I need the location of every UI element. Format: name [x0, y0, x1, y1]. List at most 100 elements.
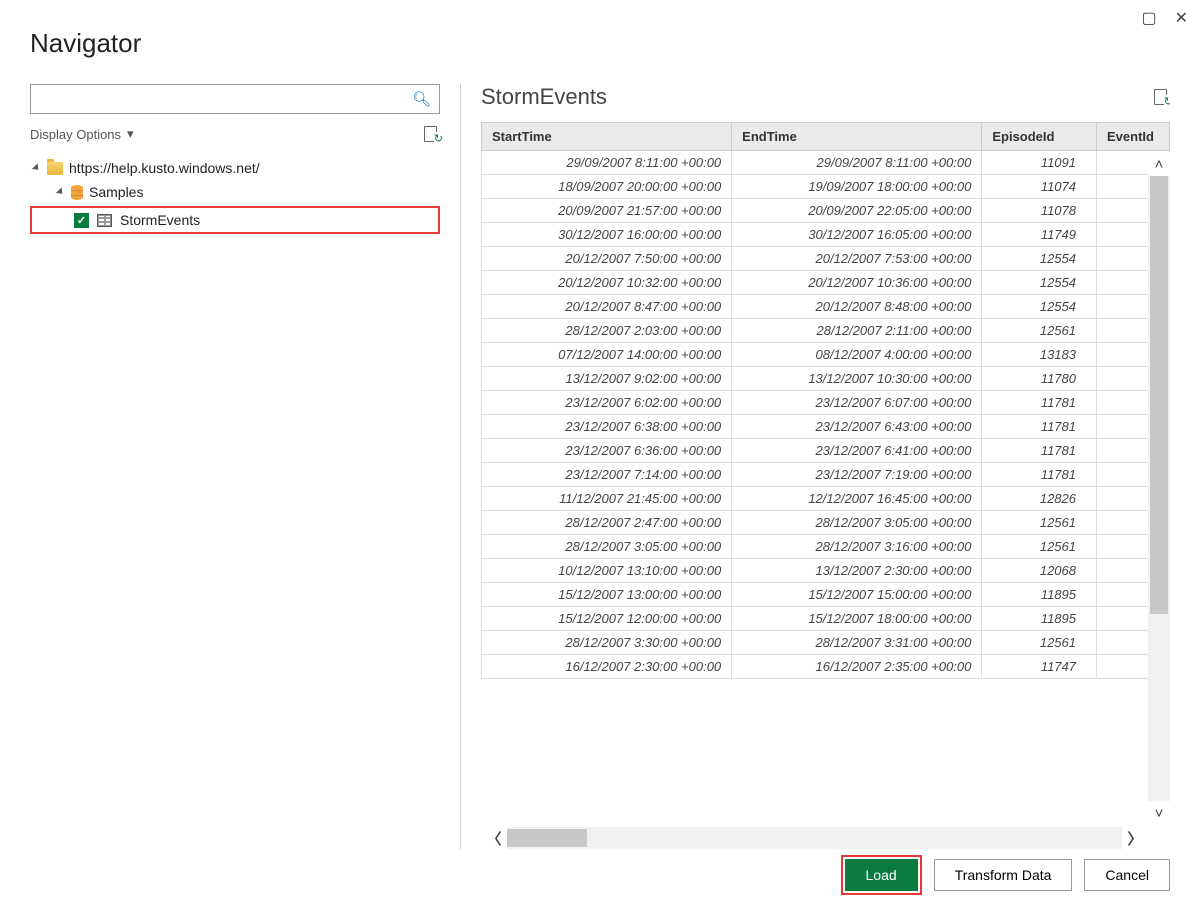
cell-endtime: 23/12/2007 6:07:00 +00:00: [732, 391, 982, 415]
transform-data-button[interactable]: Transform Data: [934, 859, 1073, 891]
cell-episodeid: 11781: [982, 463, 1097, 487]
cell-endtime: 23/12/2007 6:43:00 +00:00: [732, 415, 982, 439]
cell-episodeid: 11780: [982, 367, 1097, 391]
table-row[interactable]: 30/12/2007 16:00:00 +00:0030/12/2007 16:…: [482, 223, 1170, 247]
cell-episodeid: 11078: [982, 199, 1097, 223]
load-button-highlight: Load: [841, 855, 922, 895]
scroll-down-icon[interactable]: ˅: [1148, 801, 1170, 825]
cell-starttime: 11/12/2007 21:45:00 +00:00: [482, 487, 732, 511]
table-row[interactable]: 18/09/2007 20:00:00 +00:0019/09/2007 18:…: [482, 175, 1170, 199]
cell-endtime: 28/12/2007 3:16:00 +00:00: [732, 535, 982, 559]
scroll-left-icon[interactable]: 〈: [481, 827, 507, 849]
table-row[interactable]: 16/12/2007 2:30:00 +00:0016/12/2007 2:35…: [482, 655, 1170, 679]
expander-icon[interactable]: [56, 187, 65, 196]
tree-table-stormevents[interactable]: ✓ StormEvents: [30, 206, 440, 234]
scroll-track[interactable]: [1148, 176, 1170, 801]
cell-starttime: 23/12/2007 6:02:00 +00:00: [482, 391, 732, 415]
table-row[interactable]: 23/12/2007 6:38:00 +00:0023/12/2007 6:43…: [482, 415, 1170, 439]
scroll-thumb[interactable]: [507, 829, 587, 847]
cell-endtime: 20/09/2007 22:05:00 +00:00: [732, 199, 982, 223]
table-row[interactable]: 28/12/2007 3:05:00 +00:0028/12/2007 3:16…: [482, 535, 1170, 559]
preview-refresh-icon[interactable]: [1154, 89, 1170, 105]
vertical-scrollbar[interactable]: ˄ ˅: [1148, 152, 1170, 825]
cell-starttime: 23/12/2007 6:36:00 +00:00: [482, 439, 732, 463]
col-eventid[interactable]: EventId: [1097, 123, 1170, 151]
cell-starttime: 23/12/2007 6:38:00 +00:00: [482, 415, 732, 439]
cell-episodeid: 11074: [982, 175, 1097, 199]
cell-endtime: 15/12/2007 18:00:00 +00:00: [732, 607, 982, 631]
cell-endtime: 15/12/2007 15:00:00 +00:00: [732, 583, 982, 607]
table-row[interactable]: 20/12/2007 10:32:00 +00:0020/12/2007 10:…: [482, 271, 1170, 295]
cell-episodeid: 11781: [982, 391, 1097, 415]
cell-episodeid: 12561: [982, 631, 1097, 655]
cell-starttime: 28/12/2007 3:30:00 +00:00: [482, 631, 732, 655]
table-row[interactable]: 20/12/2007 8:47:00 +00:0020/12/2007 8:48…: [482, 295, 1170, 319]
scroll-right-icon[interactable]: 〉: [1122, 827, 1148, 849]
scroll-thumb[interactable]: [1150, 176, 1168, 614]
cell-starttime: 28/12/2007 3:05:00 +00:00: [482, 535, 732, 559]
table-row[interactable]: 15/12/2007 12:00:00 +00:0015/12/2007 18:…: [482, 607, 1170, 631]
table-icon: [97, 214, 112, 227]
cell-endtime: 16/12/2007 2:35:00 +00:00: [732, 655, 982, 679]
checkbox-checked-icon[interactable]: ✓: [74, 213, 89, 228]
cell-episodeid: 11781: [982, 415, 1097, 439]
search-input[interactable]: [39, 91, 412, 108]
navigator-tree: https://help.kusto.windows.net/ Samples …: [30, 156, 440, 234]
cell-episodeid: 12561: [982, 535, 1097, 559]
table-row[interactable]: 29/09/2007 8:11:00 +00:0029/09/2007 8:11…: [482, 151, 1170, 175]
tree-root[interactable]: https://help.kusto.windows.net/: [30, 156, 440, 180]
table-row[interactable]: 15/12/2007 13:00:00 +00:0015/12/2007 15:…: [482, 583, 1170, 607]
display-options-label: Display Options: [30, 127, 121, 142]
col-episodeid[interactable]: EpisodeId: [982, 123, 1097, 151]
cell-episodeid: 11747: [982, 655, 1097, 679]
table-row[interactable]: 23/12/2007 6:36:00 +00:0023/12/2007 6:41…: [482, 439, 1170, 463]
cell-episodeid: 12068: [982, 559, 1097, 583]
cell-starttime: 10/12/2007 13:10:00 +00:00: [482, 559, 732, 583]
col-starttime[interactable]: StartTime: [482, 123, 732, 151]
cell-episodeid: 12826: [982, 487, 1097, 511]
scroll-track[interactable]: [507, 827, 1122, 849]
cell-episodeid: 12554: [982, 271, 1097, 295]
cell-starttime: 15/12/2007 13:00:00 +00:00: [482, 583, 732, 607]
table-row[interactable]: 11/12/2007 21:45:00 +00:0012/12/2007 16:…: [482, 487, 1170, 511]
table-row[interactable]: 28/12/2007 2:47:00 +00:0028/12/2007 3:05…: [482, 511, 1170, 535]
tree-table-label: StormEvents: [120, 212, 200, 228]
cell-starttime: 20/12/2007 7:50:00 +00:00: [482, 247, 732, 271]
cell-endtime: 20/12/2007 7:53:00 +00:00: [732, 247, 982, 271]
table-row[interactable]: 10/12/2007 13:10:00 +00:0013/12/2007 2:3…: [482, 559, 1170, 583]
load-button[interactable]: Load: [845, 859, 918, 891]
table-row[interactable]: 23/12/2007 6:02:00 +00:0023/12/2007 6:07…: [482, 391, 1170, 415]
cell-endtime: 12/12/2007 16:45:00 +00:00: [732, 487, 982, 511]
cell-starttime: 28/12/2007 2:47:00 +00:00: [482, 511, 732, 535]
col-endtime[interactable]: EndTime: [732, 123, 982, 151]
table-row[interactable]: 20/12/2007 7:50:00 +00:0020/12/2007 7:53…: [482, 247, 1170, 271]
dialog-title: Navigator: [0, 0, 1200, 59]
cancel-button[interactable]: Cancel: [1084, 859, 1170, 891]
window-maximize-icon[interactable]: ▢: [1141, 8, 1156, 28]
table-row[interactable]: 20/09/2007 21:57:00 +00:0020/09/2007 22:…: [482, 199, 1170, 223]
cell-endtime: 29/09/2007 8:11:00 +00:00: [732, 151, 982, 175]
search-icon[interactable]: 🔍︎: [412, 90, 431, 108]
table-row[interactable]: 28/12/2007 2:03:00 +00:0028/12/2007 2:11…: [482, 319, 1170, 343]
table-row[interactable]: 23/12/2007 7:14:00 +00:0023/12/2007 7:19…: [482, 463, 1170, 487]
cell-endtime: 13/12/2007 2:30:00 +00:00: [732, 559, 982, 583]
horizontal-scrollbar[interactable]: 〈 〉: [481, 827, 1148, 849]
scroll-up-icon[interactable]: ˄: [1148, 152, 1170, 176]
preview-title: StormEvents: [481, 84, 607, 110]
cell-episodeid: 11749: [982, 223, 1097, 247]
table-row[interactable]: 28/12/2007 3:30:00 +00:0028/12/2007 3:31…: [482, 631, 1170, 655]
window-close-icon[interactable]: ✕: [1175, 8, 1188, 28]
cell-starttime: 20/12/2007 10:32:00 +00:00: [482, 271, 732, 295]
cell-episodeid: 13183: [982, 343, 1097, 367]
cell-episodeid: 11895: [982, 607, 1097, 631]
tree-database[interactable]: Samples: [30, 180, 440, 204]
expander-icon[interactable]: [32, 163, 41, 172]
table-row[interactable]: 13/12/2007 9:02:00 +00:0013/12/2007 10:3…: [482, 367, 1170, 391]
cell-starttime: 18/09/2007 20:00:00 +00:00: [482, 175, 732, 199]
refresh-icon[interactable]: [424, 126, 440, 142]
cell-starttime: 29/09/2007 8:11:00 +00:00: [482, 151, 732, 175]
table-row[interactable]: 07/12/2007 14:00:00 +00:0008/12/2007 4:0…: [482, 343, 1170, 367]
display-options-dropdown[interactable]: Display Options ▾: [30, 126, 134, 142]
search-input-container: 🔍︎: [30, 84, 440, 114]
cell-starttime: 23/12/2007 7:14:00 +00:00: [482, 463, 732, 487]
